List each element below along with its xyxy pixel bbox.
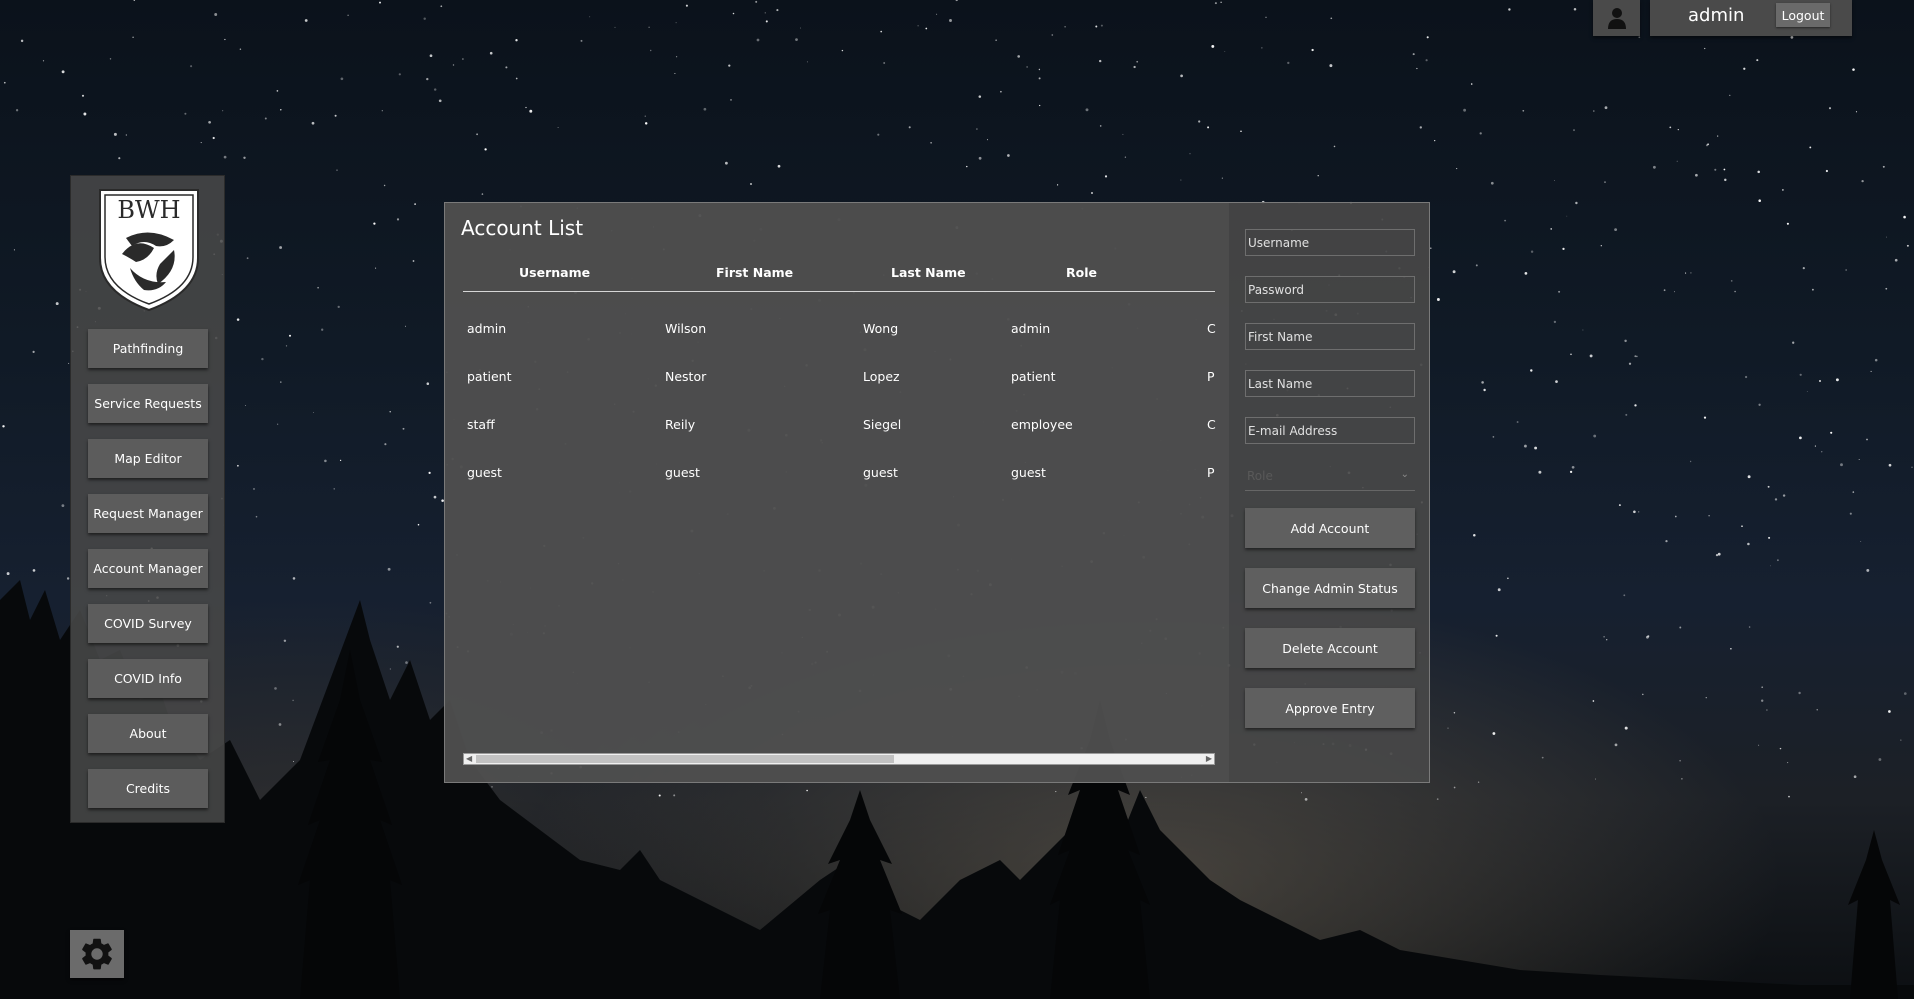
table-row[interactable]: guest guest guest guest P — [463, 449, 1215, 497]
table-row[interactable]: admin Wilson Wong admin C — [463, 305, 1216, 353]
column-header-first-name[interactable]: First Name — [716, 265, 793, 280]
table-header: Username First Name Last Name Role — [463, 255, 1215, 292]
cell-truncated: P — [1207, 465, 1215, 480]
role-select[interactable]: Role ⌄ — [1245, 463, 1415, 491]
table-row[interactable]: patient Nestor Lopez patient P — [463, 353, 1215, 401]
covid-survey-button[interactable]: COVID Survey — [88, 604, 208, 643]
cell-role: admin — [1011, 321, 1051, 336]
logout-button[interactable]: Logout — [1776, 3, 1830, 27]
change-admin-status-button[interactable]: Change Admin Status — [1245, 568, 1415, 608]
first-name-field[interactable] — [1245, 323, 1415, 350]
horizontal-scrollbar[interactable]: ◀ ▶ — [463, 753, 1215, 765]
column-header-username[interactable]: Username — [519, 265, 590, 280]
cell-last-name: guest — [863, 465, 898, 480]
cell-username: patient — [467, 369, 512, 384]
request-manager-button[interactable]: Request Manager — [88, 494, 208, 533]
bwh-logo: BWH — [96, 188, 202, 312]
table-row[interactable]: staff Reily Siegel employee C — [463, 401, 1216, 449]
settings-button[interactable] — [70, 930, 124, 978]
service-requests-button[interactable]: Service Requests — [88, 384, 208, 423]
cell-truncated: P — [1207, 369, 1215, 384]
chevron-down-icon: ⌄ — [1400, 469, 1409, 480]
scrollbar-thumb[interactable] — [476, 755, 894, 763]
account-manager-button[interactable]: Account Manager — [88, 549, 208, 588]
approve-entry-button[interactable]: Approve Entry — [1245, 688, 1415, 728]
cell-truncated: C — [1207, 321, 1216, 336]
logo-text: BWH — [117, 196, 180, 224]
cell-username: staff — [467, 417, 495, 432]
user-profile-button[interactable] — [1593, 0, 1640, 36]
pathfinding-button[interactable]: Pathfinding — [88, 329, 208, 368]
gear-icon — [82, 938, 112, 970]
account-table: Account List Username First Name Last Na… — [445, 203, 1229, 782]
delete-account-button[interactable]: Delete Account — [1245, 628, 1415, 668]
cell-last-name: Lopez — [863, 369, 900, 384]
about-button[interactable]: About — [88, 714, 208, 753]
covid-info-button[interactable]: COVID Info — [88, 659, 208, 698]
add-account-button[interactable]: Add Account — [1245, 508, 1415, 548]
user-icon — [1607, 8, 1626, 29]
cell-role: guest — [1011, 465, 1046, 480]
cell-username: admin — [467, 321, 507, 336]
cell-role: employee — [1011, 417, 1073, 432]
cell-first-name: Wilson — [665, 321, 707, 336]
scroll-left-icon[interactable]: ◀ — [466, 754, 472, 764]
cell-role: patient — [1011, 369, 1056, 384]
map-editor-button[interactable]: Map Editor — [88, 439, 208, 478]
username-field[interactable] — [1245, 229, 1415, 256]
user-info-box: admin Logout — [1650, 0, 1852, 36]
column-header-last-name[interactable]: Last Name — [891, 265, 966, 280]
cell-last-name: Siegel — [863, 417, 902, 432]
cell-first-name: guest — [665, 465, 700, 480]
cell-first-name: Nestor — [665, 369, 707, 384]
email-field[interactable] — [1245, 417, 1415, 444]
cell-truncated: C — [1207, 417, 1216, 432]
last-name-field[interactable] — [1245, 370, 1415, 397]
username-label: admin — [1688, 5, 1745, 26]
page-title: Account List — [461, 216, 584, 240]
credits-button[interactable]: Credits — [88, 769, 208, 808]
account-manager-panel: Account List Username First Name Last Na… — [444, 202, 1430, 783]
cell-last-name: Wong — [863, 321, 899, 336]
scroll-right-icon[interactable]: ▶ — [1206, 754, 1212, 764]
sidebar: BWH Pathfinding Service Requests Map Edi… — [70, 175, 225, 823]
role-placeholder: Role — [1247, 469, 1273, 483]
cell-username: guest — [467, 465, 502, 480]
password-field[interactable] — [1245, 276, 1415, 303]
cell-first-name: Reily — [665, 417, 696, 432]
column-header-role[interactable]: Role — [1066, 265, 1097, 280]
